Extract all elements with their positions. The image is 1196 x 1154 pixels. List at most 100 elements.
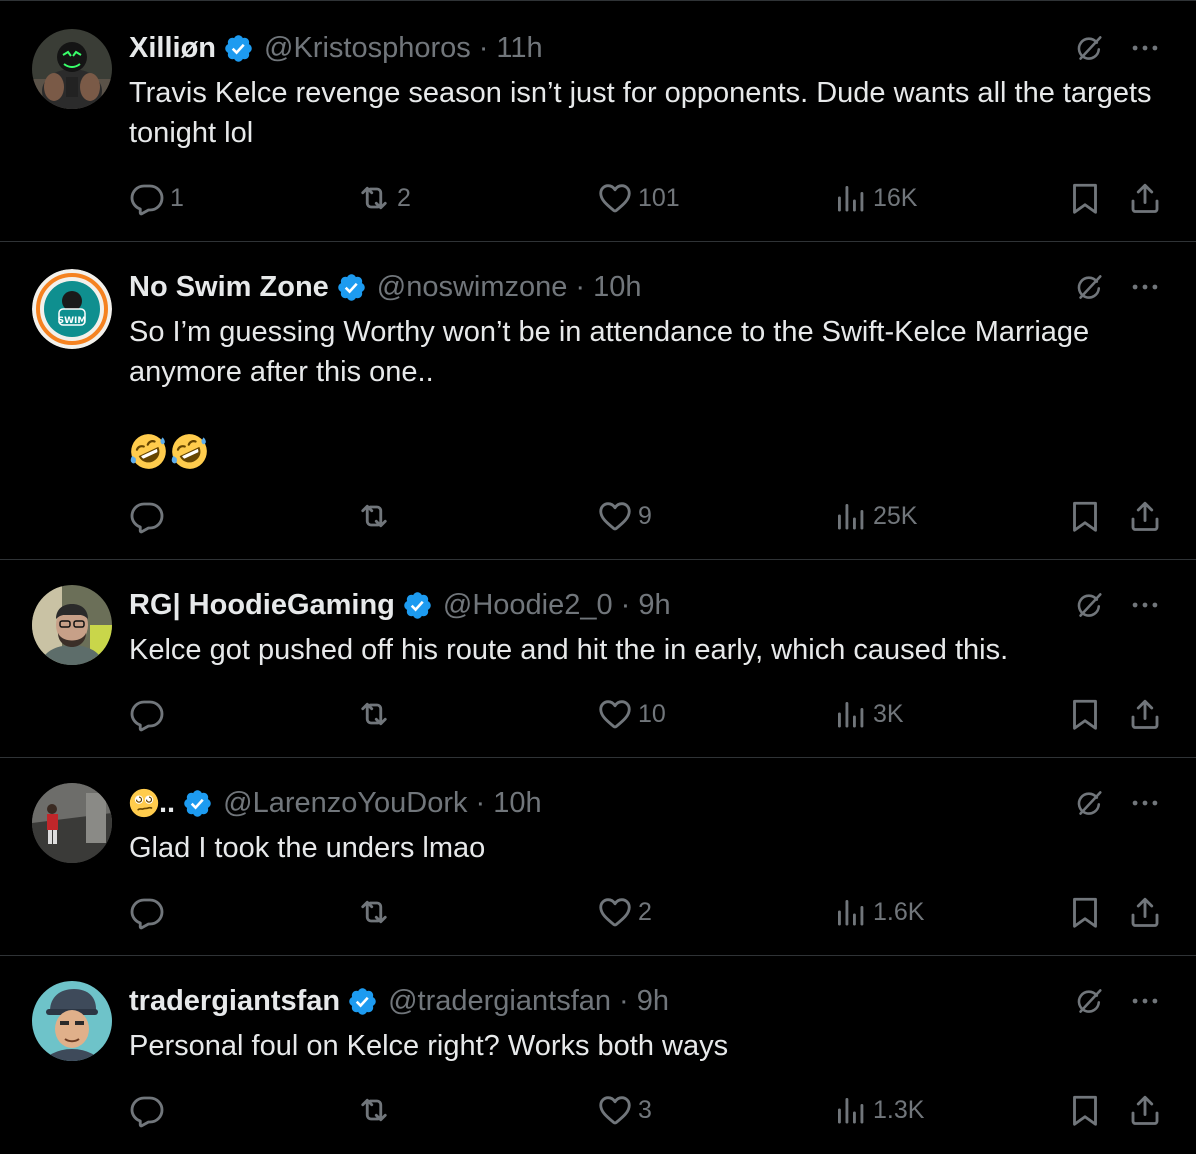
bookmark-button[interactable]	[1067, 892, 1103, 932]
user-handle[interactable]: @noswimzone	[377, 269, 568, 305]
bookmark-button[interactable]	[1067, 496, 1103, 536]
like-button[interactable]: 9	[597, 496, 652, 536]
reply-button[interactable]	[129, 892, 170, 932]
retweet-icon	[356, 696, 392, 732]
bookmark-icon	[1067, 696, 1103, 732]
dizzy-face-emoji-icon	[129, 788, 159, 818]
retweet-button[interactable]	[356, 1090, 397, 1130]
user-avatar[interactable]	[32, 585, 112, 665]
like-button[interactable]: 3	[597, 1090, 652, 1130]
display-name[interactable]: tradergiantsfan	[129, 983, 340, 1019]
grok-icon[interactable]	[1072, 270, 1106, 304]
bookmark-icon	[1067, 498, 1103, 534]
like-count: 3	[638, 1095, 652, 1124]
more-options-icon[interactable]	[1128, 31, 1162, 65]
share-button[interactable]	[1127, 892, 1163, 932]
grok-icon[interactable]	[1072, 984, 1106, 1018]
like-count: 2	[638, 897, 652, 926]
more-options-icon[interactable]	[1128, 984, 1162, 1018]
bookmark-button[interactable]	[1067, 178, 1103, 218]
share-icon	[1127, 894, 1163, 930]
views-button[interactable]: 3K	[832, 694, 904, 734]
avatar-cartoon-man-cap-icon	[32, 981, 112, 1061]
views-chart-icon	[832, 498, 868, 534]
user-avatar[interactable]	[32, 783, 112, 863]
grok-icon[interactable]	[1072, 31, 1106, 65]
share-button[interactable]	[1127, 1090, 1163, 1130]
bookmark-button[interactable]	[1067, 1090, 1103, 1130]
view-count: 1.6K	[873, 897, 925, 926]
user-handle[interactable]: @tradergiantsfan	[388, 983, 611, 1019]
user-handle[interactable]: @Kristosphoros	[264, 30, 471, 66]
like-button[interactable]: 2	[597, 892, 652, 932]
timestamp[interactable]: 10h	[493, 785, 541, 821]
tweet-top-actions	[1072, 270, 1162, 304]
heart-icon	[597, 696, 633, 732]
retweet-button[interactable]	[356, 892, 397, 932]
display-name[interactable]: Xilliøn	[129, 30, 216, 66]
grok-icon[interactable]	[1072, 588, 1106, 622]
tweet-top-actions	[1072, 31, 1162, 65]
tweet-4[interactable]: .. @LarenzoYouDork · 10h Glad I took the…	[0, 757, 1196, 955]
reply-button[interactable]	[129, 694, 170, 734]
display-name[interactable]: RG| HoodieGaming	[129, 587, 395, 623]
separator-dot: ·	[575, 271, 586, 303]
user-handle[interactable]: @LarenzoYouDork	[223, 785, 467, 821]
timestamp[interactable]: 10h	[593, 269, 641, 305]
tweet-emoji-line	[129, 432, 209, 471]
tweet-1[interactable]: Xilliøn @Kristosphoros · 11h Travis Kelc…	[0, 0, 1196, 241]
reply-button[interactable]	[129, 496, 170, 536]
reply-button[interactable]	[129, 1090, 170, 1130]
timestamp[interactable]: 11h	[496, 30, 542, 66]
grok-icon[interactable]	[1072, 786, 1106, 820]
more-options-icon[interactable]	[1128, 270, 1162, 304]
retweet-button[interactable]: 2	[356, 178, 411, 218]
avatar-neon-mask-icon	[32, 29, 112, 109]
user-avatar[interactable]: SWIM	[32, 269, 112, 349]
tweet-5[interactable]: tradergiantsfan @tradergiantsfan · 9h Pe…	[0, 955, 1196, 1154]
views-button[interactable]: 25K	[832, 496, 917, 536]
verified-badge-icon	[402, 590, 433, 621]
views-button[interactable]: 1.3K	[832, 1090, 924, 1130]
reply-icon	[129, 696, 165, 732]
like-button[interactable]: 10	[597, 694, 666, 734]
user-handle[interactable]: @Hoodie2_0	[443, 587, 613, 623]
tweet-3[interactable]: RG| HoodieGaming @Hoodie2_0 · 9h Kelce g…	[0, 559, 1196, 757]
timestamp[interactable]: 9h	[638, 587, 670, 623]
retweet-icon	[356, 1092, 392, 1128]
view-count: 16K	[873, 183, 918, 212]
share-button[interactable]	[1127, 496, 1163, 536]
share-button[interactable]	[1127, 178, 1163, 218]
user-avatar[interactable]	[32, 981, 112, 1061]
rolling-on-floor-laughing-emoji-icon	[170, 432, 209, 471]
reply-count: 1	[170, 183, 184, 212]
views-button[interactable]: 1.6K	[832, 892, 924, 932]
like-button[interactable]: 101	[597, 178, 680, 218]
separator-dot: ·	[620, 589, 631, 621]
bookmark-icon	[1067, 180, 1103, 216]
views-button[interactable]: 16K	[832, 178, 917, 218]
more-options-icon[interactable]	[1128, 786, 1162, 820]
like-count: 10	[638, 699, 666, 728]
user-avatar[interactable]	[32, 29, 112, 109]
timestamp[interactable]: 9h	[637, 983, 669, 1019]
reply-icon	[129, 894, 165, 930]
tweet-header: No Swim Zone @noswimzone · 10h	[129, 269, 641, 305]
display-name[interactable]: No Swim Zone	[129, 269, 329, 305]
retweet-button[interactable]	[356, 694, 397, 734]
tweet-actions: 10 3K	[129, 694, 1162, 734]
retweet-button[interactable]	[356, 496, 397, 536]
more-options-icon[interactable]	[1128, 588, 1162, 622]
separator-dot: ·	[478, 32, 489, 64]
tweet-2[interactable]: SWIM No Swim Zone @noswimzone · 10h So I…	[0, 241, 1196, 559]
avatar-logo-text: SWIM	[58, 316, 87, 326]
display-name[interactable]: ..	[159, 785, 175, 821]
share-button[interactable]	[1127, 694, 1163, 734]
reply-button[interactable]: 1	[129, 178, 184, 218]
retweet-count: 2	[397, 183, 411, 212]
like-count: 9	[638, 501, 652, 530]
tweet-text: Travis Kelce revenge season isn’t just f…	[129, 77, 1152, 149]
tweet-header: RG| HoodieGaming @Hoodie2_0 · 9h	[129, 587, 671, 623]
bookmark-button[interactable]	[1067, 694, 1103, 734]
tweet-top-actions	[1072, 984, 1162, 1018]
